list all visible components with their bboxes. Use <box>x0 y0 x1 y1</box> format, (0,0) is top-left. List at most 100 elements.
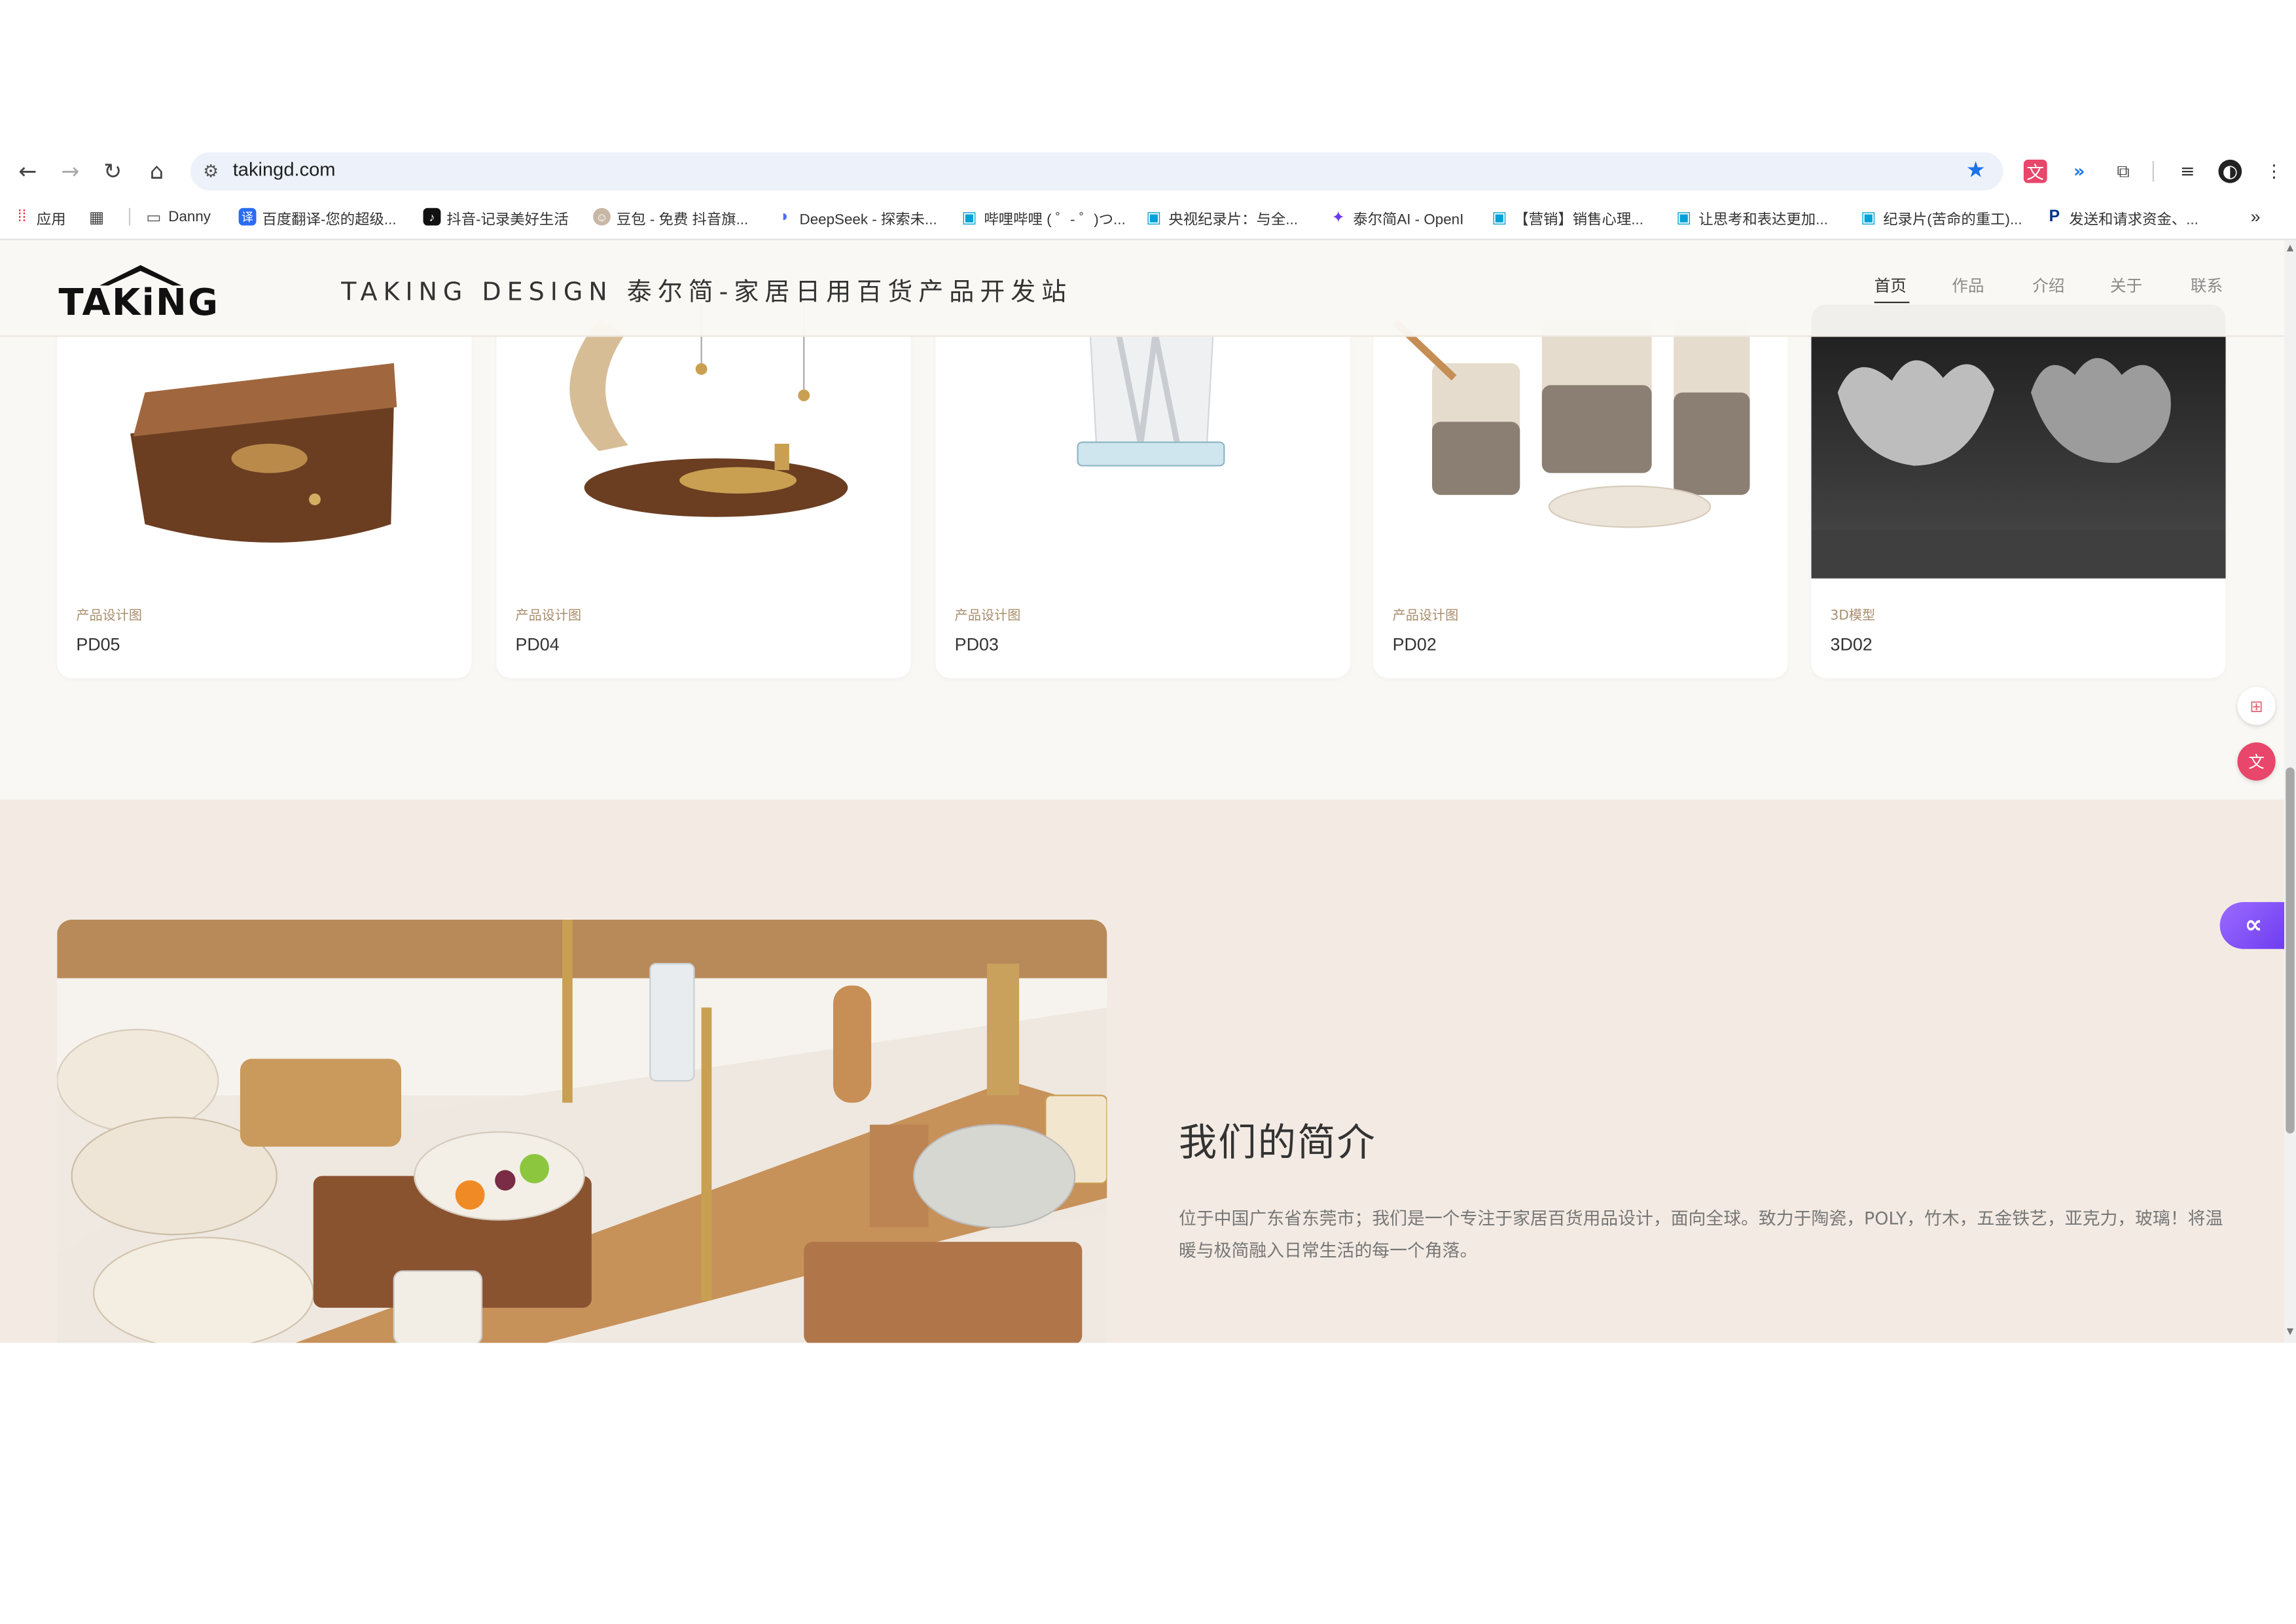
bookmark-label: DeepSeek - 探索未... <box>799 211 937 228</box>
site-logo[interactable]: TAKiNG <box>58 264 219 323</box>
bookmark-item[interactable]: ▦ <box>88 205 105 228</box>
bookmark-item[interactable]: ▣ 【营销】销售心理... <box>1491 205 1643 228</box>
product-card-pd05[interactable]: 产品设计图 PD05 <box>57 304 472 678</box>
nav-about[interactable]: 关于 <box>2110 274 2142 297</box>
read-aloud-extension-icon[interactable]: » <box>2066 158 2092 185</box>
more-bookmarks-icon[interactable]: » <box>2251 205 2261 228</box>
profile-avatar-icon[interactable]: ◐ <box>2218 159 2242 183</box>
scrollbar-thumb[interactable] <box>2286 767 2295 1134</box>
nav-works[interactable]: 作品 <box>1952 274 1984 297</box>
product-card-pd02[interactable]: 产品设计图 PD02 <box>1373 304 1788 678</box>
reading-list-icon[interactable]: ≡ <box>2174 158 2200 185</box>
bookmarks-bar: ⁞⁞ 应用 ▦ ▭ Danny 译 百度翻译-您的超级... ♪ 抖音-记录美好… <box>0 200 2296 233</box>
card-category: 产品设计图 <box>954 609 1021 624</box>
card-category: 产品设计图 <box>515 609 582 624</box>
logo-text: TAKiNG <box>58 281 220 324</box>
bookmark-item[interactable]: ▭ Danny <box>145 205 211 228</box>
bilibili-icon: ▣ <box>1676 208 1692 226</box>
nav-contact[interactable]: 联系 <box>2191 274 2223 297</box>
paypal-icon: P <box>2049 208 2060 226</box>
card-category: 3D模型 <box>1830 609 1876 624</box>
nav-introduction[interactable]: 介绍 <box>2032 274 2064 297</box>
site-header: TAKiNG TAKING DESIGN 泰尔简-家居日用百货产品开发站 首页 … <box>0 240 2285 337</box>
nav-active-indicator <box>1874 301 1910 304</box>
bookmark-item[interactable]: ▣ 央视纪录片：与全... <box>1145 205 1298 228</box>
bookmark-label: 央视纪录片：与全... <box>1168 211 1298 228</box>
product-image-jewelry-stand <box>496 304 911 579</box>
card-title: PD03 <box>954 634 999 655</box>
scroll-up-icon[interactable]: ▲ <box>2286 243 2294 255</box>
translate-extension-icon[interactable]: 文 <box>2023 159 2047 183</box>
bookmark-item[interactable]: ⁞⁞ 应用 <box>13 205 66 228</box>
douyin-icon: ♪ <box>423 208 441 226</box>
card-title: 3D02 <box>1830 634 1873 655</box>
bookmark-label: Danny <box>168 208 211 225</box>
bookmark-label: 豆包 - 免费 抖音旗... <box>616 211 749 228</box>
back-icon[interactable]: ← <box>14 158 41 185</box>
bookmark-label: 泰尔简AI - OpenI <box>1353 211 1464 228</box>
browser-window: ← → ↻ ⌂ ⚙ takingd.com ★ 文 » ⧉ ≡ ◐ ⋮ ⁞⁞ 应… <box>0 0 2296 1624</box>
intro-heading: 我们的简介 <box>1178 1121 1377 1166</box>
doubao-icon: ☺ <box>593 208 611 226</box>
bookmark-item[interactable]: ✦ 泰尔简AI - OpenI <box>1329 205 1464 228</box>
bookmark-item[interactable]: ☺ 豆包 - 免费 抖音旗... <box>593 205 748 228</box>
intro-section: 我们的简介 位于中国广东省东莞市；我们是一个专注于家居百货用品设计，面向全球。致… <box>0 799 2285 1343</box>
menu-kebab-icon[interactable]: ⋮ <box>2261 158 2287 185</box>
ai-assistant-float-icon[interactable]: ∝ <box>2219 902 2285 949</box>
bookmark-label: 百度翻译-您的超级... <box>262 211 397 228</box>
url-text[interactable]: takingd.com <box>233 158 336 181</box>
bilibili-icon: ▣ <box>1492 208 1507 226</box>
bookmark-item[interactable]: P 发送和请求资金、... <box>2045 205 2198 228</box>
bookmark-item[interactable]: ▣ 让思考和表达更加... <box>1675 205 1828 228</box>
bookmark-item[interactable]: ◗ DeepSeek - 探索未... <box>776 205 937 228</box>
qr-code-float-icon[interactable]: ⊞ <box>2237 687 2276 725</box>
product-card-3d02[interactable]: 3D模型 3D02 <box>1811 304 2226 678</box>
intro-photo-tableware <box>57 919 1107 1343</box>
reload-icon[interactable]: ↻ <box>99 158 126 185</box>
bookmark-label: 哔哩哔哩 ( ゜- ゜)つ... <box>984 211 1126 228</box>
product-image-ceramic-set <box>1373 304 1788 579</box>
bookmark-label: 【营销】销售心理... <box>1514 211 1643 228</box>
scroll-down-icon[interactable]: ▼ <box>2286 1327 2294 1339</box>
bookmark-item[interactable]: ♪ 抖音-记录美好生活 <box>423 205 569 228</box>
extensions-puzzle-icon[interactable]: ⧉ <box>2110 158 2136 185</box>
bookmark-item[interactable]: ▣ 哔哩哔哩 ( ゜- ゜)つ... <box>961 205 1126 228</box>
product-card-pd04[interactable]: 产品设计图 PD04 <box>496 304 911 678</box>
site-title: TAKING DESIGN 泰尔简-家居日用百货产品开发站 <box>341 278 1073 308</box>
bookmark-item[interactable]: ▣ 纪录片(苦命的重工)... <box>1859 205 2022 228</box>
bookmark-label: 应用 <box>36 211 66 228</box>
card-category: 产品设计图 <box>1392 609 1459 624</box>
translate-float-icon[interactable]: 文 <box>2237 742 2276 781</box>
card-title: PD04 <box>515 634 560 655</box>
product-image-3d-render <box>1811 304 2226 579</box>
bilibili-icon: ▣ <box>961 208 977 226</box>
bookmark-star-icon[interactable]: ★ <box>1966 156 1986 183</box>
forward-icon[interactable]: → <box>57 158 83 185</box>
page-scrollbar[interactable]: ▲ ▼ <box>2284 240 2296 1343</box>
bookmark-divider <box>128 208 131 226</box>
folder-icon: ▭ <box>146 208 162 226</box>
deepseek-icon: ◗ <box>780 208 790 226</box>
home-icon[interactable]: ⌂ <box>143 158 170 185</box>
product-card-pd03[interactable]: 产品设计图 PD03 <box>935 304 1350 678</box>
bookmark-label: 抖音-记录美好生活 <box>446 211 569 228</box>
bilibili-icon: ▣ <box>1146 208 1162 226</box>
bookmark-label: 让思考和表达更加... <box>1698 211 1828 228</box>
apps-grid-icon: ⁞⁞ <box>17 208 27 226</box>
bookmark-label: 纪录片(苦命的重工)... <box>1883 211 2022 228</box>
card-category: 产品设计图 <box>76 609 143 624</box>
nav-home[interactable]: 首页 <box>1874 274 1907 297</box>
bookmark-label: 发送和请求资金、... <box>2069 211 2198 228</box>
bilibili-icon: ▣ <box>1861 208 1876 226</box>
card-title: PD02 <box>1392 634 1437 655</box>
site-info-icon[interactable]: ⚙ <box>199 160 223 183</box>
address-bar[interactable]: ⚙ takingd.com ★ <box>190 152 2003 190</box>
intro-paragraph: 位于中国广东省东莞市；我们是一个专注于家居百货用品设计，面向全球。致力于陶瓷，P… <box>1178 1208 2223 1261</box>
bookmark-item[interactable]: 译 百度翻译-您的超级... <box>238 205 397 228</box>
toolbar-divider <box>2152 161 2154 182</box>
openi-icon: ✦ <box>1331 208 1346 226</box>
tab-groups-icon: ▦ <box>89 208 105 226</box>
card-title: PD05 <box>76 634 120 655</box>
baidu-translate-icon: 译 <box>238 208 257 226</box>
product-image-soap-dispenser <box>935 304 1350 579</box>
